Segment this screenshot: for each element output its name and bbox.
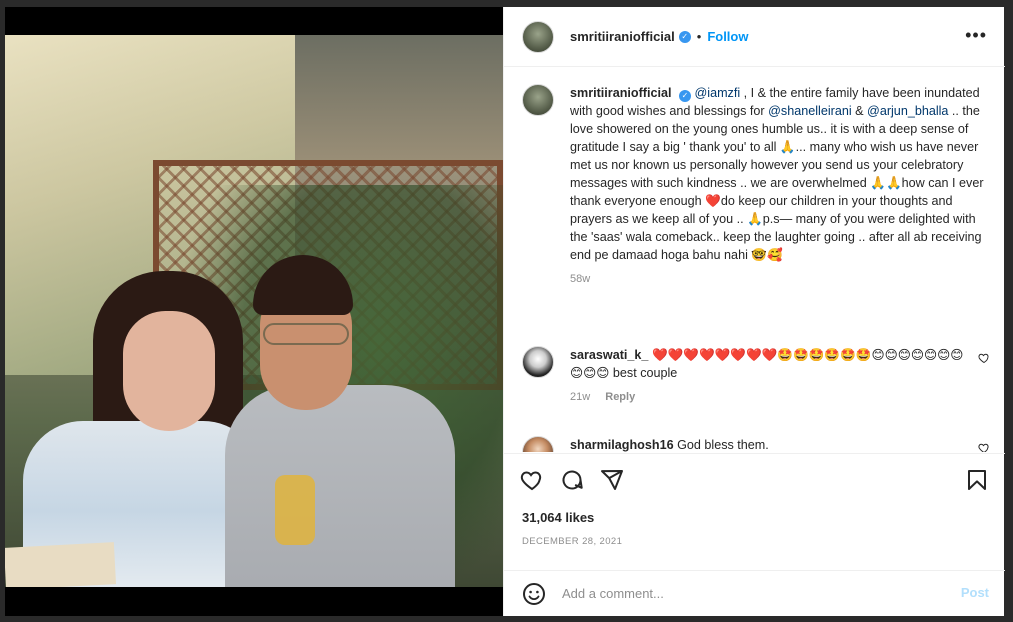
likes-count[interactable]: 31,064 likes (522, 510, 594, 525)
share-icon[interactable] (600, 468, 624, 492)
mention-link[interactable]: @arjun_bhalla (867, 104, 948, 118)
photo-ceiling (295, 35, 503, 165)
mention-link[interactable]: @iamzfi (694, 86, 740, 100)
mention-link[interactable]: @shanelleirani (768, 104, 852, 118)
comment-text: saraswati_k_ ❤️❤️❤️❤️❤️❤️❤️❤️🤩🤩🤩🤩🤩🤩😊😊😊😊😊… (570, 346, 992, 406)
caption: smritiiraniofficial ✓ @iamzfi , I & the … (522, 84, 992, 288)
heart-icon[interactable] (520, 468, 544, 492)
caption-username[interactable]: smritiiraniofficial (570, 86, 671, 100)
emoji-icon[interactable] (522, 582, 546, 606)
post-photo-panel (5, 7, 503, 616)
comments-list[interactable]: smritiiraniofficial ✓ @iamzfi , I & the … (504, 68, 1005, 452)
photo-person-right (225, 255, 455, 587)
author-username[interactable]: smritiiraniofficial (570, 29, 675, 44)
post-photo[interactable] (5, 35, 503, 587)
caption-text: smritiiraniofficial ✓ @iamzfi , I & the … (570, 84, 992, 288)
bookmark-icon[interactable] (965, 468, 989, 492)
caption-avatar[interactable] (522, 84, 554, 116)
caption-age[interactable]: 58w (570, 273, 590, 285)
instagram-post-modal: smritiiraniofficial ✓ • Follow ••• smrit… (0, 0, 1013, 622)
verified-badge-icon: ✓ (678, 30, 691, 43)
post-date[interactable]: DECEMBER 28, 2021 (522, 536, 622, 547)
comment-text: sharmilaghosh16 God bless them. (570, 436, 992, 452)
comment-like-icon[interactable] (978, 352, 990, 364)
caption-meta: 58w (570, 270, 992, 288)
verified-badge-icon: ✓ (678, 90, 691, 102)
post-side-panel: smritiiraniofficial ✓ • Follow ••• smrit… (503, 7, 1005, 616)
comment-input[interactable]: Add a comment... (562, 586, 664, 601)
comment-like-icon[interactable] (978, 442, 990, 452)
caption-text-part: & (851, 104, 868, 118)
photo-menu-card (5, 542, 117, 587)
follow-button[interactable]: Follow (707, 29, 748, 44)
commenter-username[interactable]: sharmilaghosh16 (570, 438, 674, 452)
post-actions: 31,064 likes DECEMBER 28, 2021 (504, 453, 1005, 578)
action-buttons (520, 468, 624, 492)
add-comment-bar: Add a comment... Post (504, 570, 1005, 616)
comment-icon[interactable] (560, 468, 584, 492)
comment-item: sharmilaghosh16 God bless them. (522, 436, 992, 452)
comment-item: saraswati_k_ ❤️❤️❤️❤️❤️❤️❤️❤️🤩🤩🤩🤩🤩🤩😊😊😊😊😊… (522, 346, 992, 406)
caption-text-part: .. the love showered on the young ones h… (570, 104, 984, 262)
comment-age[interactable]: 21w (570, 391, 590, 403)
post-header: smritiiraniofficial ✓ • Follow ••• (504, 7, 1005, 67)
header-separator: • (696, 29, 702, 44)
commenter-avatar[interactable] (522, 436, 554, 452)
more-options-icon[interactable]: ••• (965, 26, 987, 44)
comment-content: God bless them. (677, 438, 769, 452)
reply-button[interactable]: Reply (605, 391, 635, 403)
comment-meta: 21w Reply (570, 388, 972, 406)
commenter-username[interactable]: saraswati_k_ (570, 348, 648, 362)
post-button[interactable]: Post (961, 585, 989, 600)
author-avatar[interactable] (522, 20, 554, 53)
commenter-avatar[interactable] (522, 346, 554, 378)
